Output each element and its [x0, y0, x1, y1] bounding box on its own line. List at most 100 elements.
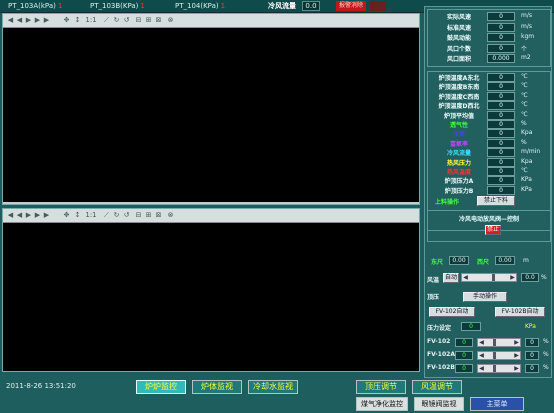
goggle-valve-button[interactable]: 眼镜阀监视 — [414, 397, 464, 411]
config-icon[interactable]: ↻ — [113, 17, 120, 24]
last-icon[interactable]: ▶ — [43, 212, 50, 219]
pressure-setpoint-input[interactable]: 0 — [461, 322, 481, 331]
furnace-data-value: 0 — [487, 101, 515, 111]
blast-data-value: 0 — [487, 33, 515, 42]
play-icon[interactable]: ▶ — [25, 17, 32, 24]
back-icon[interactable]: ◀ — [16, 17, 23, 24]
hot-air-unit: % — [541, 274, 547, 281]
gas-cleaning-button[interactable]: 煤气净化监控 — [356, 397, 408, 411]
slider-right-icon[interactable]: ▶ — [513, 352, 520, 359]
valve-row: FV-102A 0 ◀ ▶ 0% — [427, 351, 551, 360]
reset-icon[interactable]: ↺ — [123, 17, 130, 24]
furnace-data-value: 0 — [487, 167, 515, 176]
furnace-data-unit: ℃ — [521, 110, 528, 118]
valve-slider[interactable]: ◀ ▶ — [477, 364, 521, 373]
tab-furnace-body[interactable]: 炉体监视 — [192, 380, 242, 394]
trend-toolbar-upper: ◀ ◀ ▶ ▶ ▶ ✥ ↕ 1:1 ⟋ ↻ ↺ ⊟ ⊞ ⊠ ⊗ — [3, 14, 419, 28]
pressure-setpoint-label: 压力设定 — [427, 325, 452, 332]
slider-left-icon[interactable]: ◀ — [478, 365, 485, 372]
tab-hot-air[interactable]: 风温调节 — [412, 380, 462, 394]
config-icon[interactable]: ↻ — [113, 212, 120, 219]
valve-unit: % — [543, 338, 549, 345]
fv102-auto-button[interactable]: FV-102自动 — [429, 307, 475, 317]
slider-left-icon[interactable]: ◀ — [478, 352, 485, 359]
damper-title: 冷风电动放风阀—控制 — [458, 216, 519, 223]
furnace-data-label: 冷风流量 — [446, 150, 471, 158]
last-icon[interactable]: ▶ — [43, 17, 50, 24]
slider-thumb[interactable] — [493, 352, 497, 359]
chart-icon[interactable]: ⟋ — [103, 17, 110, 24]
bottom-bar: 2011-8-26 13:51:20 炉炉监控 炉体监视 冷却水监视 顶压调节 … — [0, 378, 554, 413]
reset-icon[interactable]: ↺ — [123, 212, 130, 219]
ruler-icon[interactable]: ⊠ — [155, 212, 162, 219]
furnace-data-unit: % — [521, 138, 527, 146]
furnace-data-row: 富氧率 0% — [427, 138, 551, 148]
alarm-indicator — [370, 1, 386, 11]
furnace-data-value: 0 — [487, 138, 515, 148]
blast-data-value: 0 — [487, 43, 515, 53]
scale-icon[interactable]: ↕ — [74, 17, 81, 24]
back-icon[interactable]: ◀ — [16, 212, 23, 219]
slider-right-icon[interactable]: ▶ — [509, 274, 516, 281]
export-icon[interactable]: ⊞ — [145, 17, 152, 24]
tab-top-pressure[interactable]: 顶压调节 — [356, 380, 406, 394]
furnace-data-row: 炉顶温度B东南 0 ℃ — [427, 82, 551, 92]
list-icon[interactable]: ⊟ — [135, 17, 142, 24]
slider-thumb[interactable] — [491, 274, 495, 281]
furnace-data-unit: Kpa — [521, 157, 533, 165]
alarm-reset-button[interactable]: 报警消除 — [336, 1, 366, 11]
ruler-icon[interactable]: ⊠ — [155, 17, 162, 24]
slider-right-icon[interactable]: ▶ — [513, 365, 520, 372]
furnace-data-row: 炉顶温度A东北 0 ℃ — [427, 73, 551, 82]
blast-data-value: 0.000 — [487, 54, 515, 63]
furnace-data-label: 炉顶平均值 — [443, 112, 474, 120]
tab-cooling-water[interactable]: 冷却水监视 — [248, 380, 298, 394]
tab-furnace-monitor[interactable]: 炉炉监控 — [136, 380, 186, 394]
valve-slider[interactable]: ◀ ▶ — [477, 351, 521, 360]
manual-operation-button[interactable]: 手动操作 — [463, 292, 507, 302]
trend-scrollbar-upper[interactable] — [3, 202, 419, 204]
zoom-icon[interactable]: ✥ — [63, 17, 70, 24]
furnace-data-unit: ℃ — [521, 91, 528, 99]
slider-thumb[interactable] — [493, 365, 497, 372]
stop-feed-button[interactable]: 禁止下料 — [477, 196, 515, 206]
zoom-icon[interactable]: ✥ — [63, 212, 70, 219]
hot-air-slider[interactable]: ◀ ▶ — [461, 273, 517, 282]
scale-icon[interactable]: ↕ — [74, 212, 81, 219]
furnace-data-label: 炉顶温度A东北 — [438, 75, 480, 82]
furnace-data-row: 透气性 0% — [427, 120, 551, 129]
trend-chart-lower[interactable]: ◀ ◀ ▶ ▶ ▶ ✥ ↕ 1:1 ⟋ ↻ ↺ ⊟ ⊞ ⊠ ⊗ — [2, 208, 420, 372]
damper-stop-button[interactable]: 禁止 — [485, 225, 501, 235]
blast-data-unit: 个 — [521, 45, 528, 53]
slider-left-icon[interactable]: ◀ — [478, 339, 485, 346]
east-ruler-value: 0.00 — [449, 256, 469, 265]
furnace-data-unit: ℃ — [521, 101, 528, 109]
stop-icon[interactable]: ⊗ — [167, 17, 174, 24]
forward-icon[interactable]: ▶ — [34, 212, 41, 219]
slider-left-icon[interactable]: ◀ — [462, 274, 469, 281]
hot-air-mode-button[interactable]: 自动 — [443, 273, 459, 283]
valve-value: 0 — [455, 351, 473, 360]
first-icon[interactable]: ◀ — [7, 17, 14, 24]
list-icon[interactable]: ⊟ — [135, 212, 142, 219]
main-menu-button[interactable]: 主菜单 — [470, 397, 524, 411]
stop-icon[interactable]: ⊗ — [167, 212, 174, 219]
valve-slider[interactable]: ◀ ▶ — [477, 338, 521, 347]
pressure-setpoint-unit: KPa — [525, 323, 536, 330]
fv102b-auto-button[interactable]: FV-102B自动 — [495, 307, 545, 317]
furnace-data-label: 炉顶温度D西北 — [438, 103, 480, 111]
forward-icon[interactable]: ▶ — [34, 17, 41, 24]
slider-right-icon[interactable]: ▶ — [513, 339, 520, 346]
export-icon[interactable]: ⊞ — [145, 212, 152, 219]
trend-chart-upper[interactable]: ◀ ◀ ▶ ▶ ▶ ✥ ↕ 1:1 ⟋ ↻ ↺ ⊟ ⊞ ⊠ ⊗ — [2, 13, 420, 205]
play-icon[interactable]: ▶ — [25, 212, 32, 219]
furnace-data-row: 炉顶温度D西北 0 ℃ — [427, 101, 551, 111]
furnace-data-value: 0 — [487, 185, 515, 195]
chart-icon[interactable]: ⟋ — [103, 212, 110, 219]
furnace-data-row: 冷风流量 0 m/min — [427, 148, 551, 158]
pt-103b-readout: PT_103B(KPa) 1 — [90, 2, 145, 10]
blast-data-row: 标准风速 0 m/s — [427, 22, 551, 32]
slider-thumb[interactable] — [493, 339, 497, 346]
first-icon[interactable]: ◀ — [7, 212, 14, 219]
valve-unit: % — [543, 364, 549, 371]
